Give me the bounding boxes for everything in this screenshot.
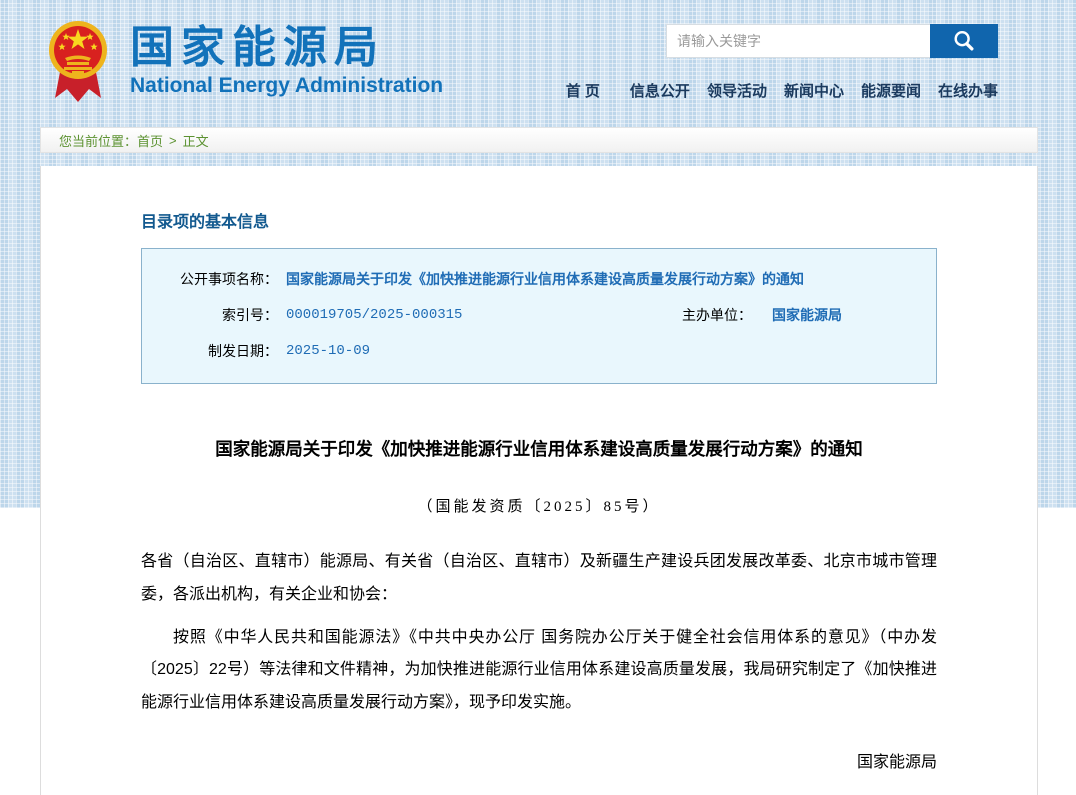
site-subtitle: National Energy Administration <box>130 74 443 98</box>
search-bar <box>666 24 998 58</box>
breadcrumb-current[interactable]: 正文 <box>183 131 209 150</box>
breadcrumb-prefix: 您当前位置： <box>59 131 137 150</box>
info-row-index-org: 索引号： 000019705/2025-000315 主办单位： 国家能源局 <box>142 297 936 333</box>
breadcrumb: 您当前位置： 首页 > 正文 <box>40 127 1038 153</box>
article-signature: 国家能源局 <box>141 748 937 772</box>
nav-item-home[interactable]: 首 页 <box>566 80 600 101</box>
index-value: 000019705/2025-000315 <box>286 307 462 323</box>
article-paragraph-salutation: 各省（自治区、直辖市）能源局、有关省（自治区、直辖市）及新疆生产建设兵团发展改革… <box>141 546 937 612</box>
site-logo[interactable]: 国家能源局 National Energy Administration <box>48 16 443 106</box>
nav-item-leadership[interactable]: 领导活动 <box>707 80 767 101</box>
header-right: 首 页 信息公开 领导活动 新闻中心 能源要闻 在线办事 <box>566 22 998 101</box>
nav-item-info-disclosure[interactable]: 信息公开 <box>630 80 690 101</box>
breadcrumb-home-link[interactable]: 首页 <box>137 131 163 150</box>
org-label: 主办单位： <box>622 305 752 325</box>
search-input[interactable] <box>666 24 930 58</box>
name-label: 公开事项名称： <box>142 269 278 289</box>
name-value: 国家能源局关于印发《加快推进能源行业信用体系建设高质量发展行动方案》的通知 <box>286 269 804 289</box>
site-header: 国家能源局 National Energy Administration 首 页… <box>0 0 1076 122</box>
main-nav: 首 页 信息公开 领导活动 新闻中心 能源要闻 在线办事 <box>566 80 998 101</box>
article-body: 各省（自治区、直辖市）能源局、有关省（自治区、直辖市）及新疆生产建设兵团发展改革… <box>141 546 937 720</box>
catalog-info-box: 公开事项名称： 国家能源局关于印发《加快推进能源行业信用体系建设高质量发展行动方… <box>141 248 937 384</box>
org-value: 国家能源局 <box>772 305 842 325</box>
national-emblem-icon <box>48 18 108 106</box>
catalog-section-title: 目录项的基本信息 <box>141 208 937 232</box>
info-row-date: 制发日期： 2025-10-09 <box>142 333 936 369</box>
date-value: 2025-10-09 <box>286 343 370 359</box>
nav-item-online-service[interactable]: 在线办事 <box>938 80 998 101</box>
breadcrumb-separator: > <box>169 133 177 148</box>
index-label: 索引号： <box>142 305 278 325</box>
article-title: 国家能源局关于印发《加快推进能源行业信用体系建设高质量发展行动方案》的通知 <box>141 436 937 461</box>
nav-item-news-center[interactable]: 新闻中心 <box>784 80 844 101</box>
article-paragraph-main: 按照《中华人民共和国能源法》《中共中央办公厅 国务院办公厅关于健全社会信用体系的… <box>141 622 937 720</box>
search-button[interactable] <box>930 24 998 58</box>
article-doc-number: （国能发资质〔2025〕85号） <box>141 495 937 516</box>
nav-item-energy-news[interactable]: 能源要闻 <box>861 80 921 101</box>
date-label: 制发日期： <box>142 341 278 361</box>
content-panel: 目录项的基本信息 公开事项名称： 国家能源局关于印发《加快推进能源行业信用体系建… <box>40 166 1038 795</box>
site-title-block: 国家能源局 National Energy Administration <box>130 24 443 98</box>
search-icon <box>952 29 976 53</box>
info-row-name: 公开事项名称： 国家能源局关于印发《加快推进能源行业信用体系建设高质量发展行动方… <box>142 261 936 297</box>
site-title: 国家能源局 <box>130 24 443 72</box>
